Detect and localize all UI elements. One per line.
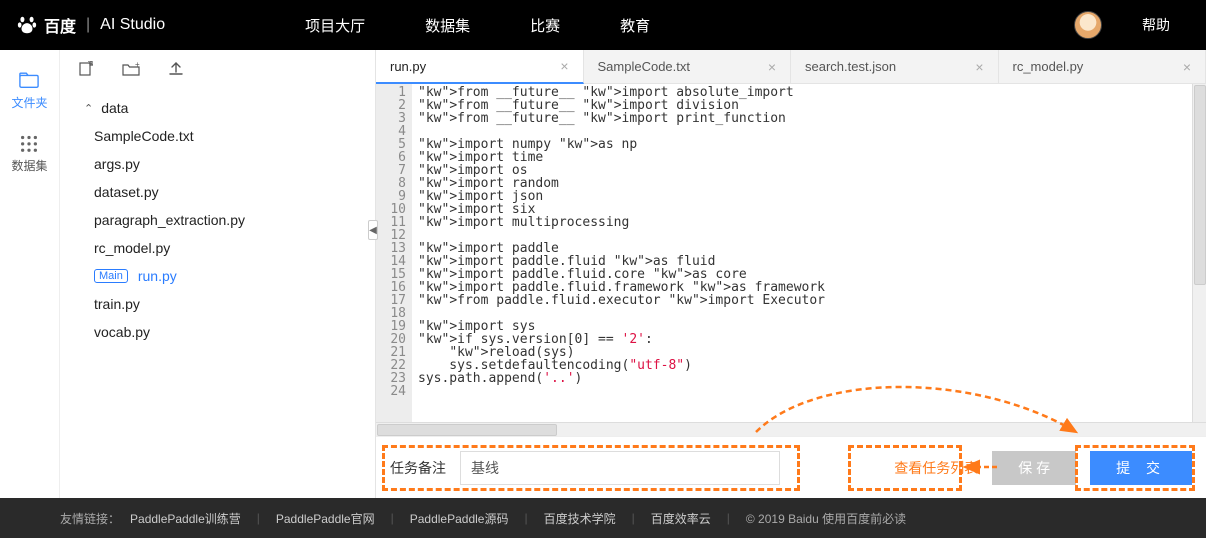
nav-datasets[interactable]: 数据集 — [425, 15, 470, 36]
logo[interactable]: 百度 | AI Studio — [16, 13, 165, 37]
tree-folder-data[interactable]: ⌃ data — [76, 94, 375, 122]
footer-link[interactable]: PaddlePaddle源码 — [410, 510, 509, 527]
dataset-icon — [18, 133, 40, 153]
top-nav: 项目大厅 数据集 比赛 教育 — [305, 15, 650, 36]
close-icon[interactable]: × — [1183, 59, 1191, 75]
tree-file[interactable]: rc_model.py — [76, 234, 375, 262]
logo-studio-text: AI Studio — [100, 16, 165, 34]
save-button[interactable]: 保 存 — [992, 451, 1076, 485]
baidu-paw-icon — [16, 14, 38, 36]
file-tree: ⌃data SampleCode.txt args.py dataset.py … — [60, 90, 375, 498]
tree-file[interactable]: train.py — [76, 290, 375, 318]
new-file-icon[interactable]: + — [78, 61, 94, 80]
file-toolbar: + + — [60, 50, 375, 90]
footer-label: 友情链接： — [60, 510, 120, 527]
rail-files-label: 文件夹 — [11, 94, 47, 111]
collapse-panel-icon[interactable]: ◀ — [368, 220, 378, 240]
nav-projects[interactable]: 项目大厅 — [305, 15, 365, 36]
tab-run-py[interactable]: run.py× — [376, 50, 584, 84]
help-link[interactable]: 帮助 — [1142, 15, 1170, 35]
line-gutter: 123456789101112131415161718192021222324 — [376, 84, 412, 422]
tree-file[interactable]: SampleCode.txt — [76, 122, 375, 150]
footer-link[interactable]: PaddlePaddle训练营 — [130, 510, 241, 527]
logo-baidu-text: 百度 — [44, 13, 76, 37]
avatar[interactable] — [1074, 11, 1102, 39]
footer-link[interactable]: 百度技术学院 — [544, 510, 616, 527]
footer-link[interactable]: PaddlePaddle官网 — [276, 510, 375, 527]
horizontal-scrollbar[interactable] — [376, 422, 1206, 436]
task-remark-input[interactable] — [460, 451, 780, 485]
rail-files[interactable]: 文件夹 — [11, 70, 47, 111]
rail-datasets[interactable]: 数据集 — [11, 133, 47, 174]
svg-text:+: + — [135, 62, 140, 69]
new-folder-icon[interactable]: + — [122, 62, 140, 79]
close-icon[interactable]: × — [560, 58, 568, 74]
nav-competitions[interactable]: 比赛 — [530, 15, 560, 36]
logo-separator: | — [86, 16, 90, 34]
folder-icon — [18, 70, 40, 90]
nav-education[interactable]: 教育 — [620, 15, 650, 36]
left-rail: 文件夹 数据集 — [0, 50, 60, 498]
folder-label: data — [101, 100, 128, 116]
tree-file[interactable]: args.py — [76, 150, 375, 178]
editor-area: ◀ run.py× SampleCode.txt× search.test.js… — [375, 50, 1206, 498]
scrollbar-thumb[interactable] — [377, 424, 557, 436]
tree-file[interactable]: dataset.py — [76, 178, 375, 206]
main-body: 文件夹 数据集 + + ⌃ data SampleCode.txt args.py… — [0, 50, 1206, 498]
close-icon[interactable]: × — [975, 59, 983, 75]
tab-rcmodel[interactable]: rc_model.py× — [999, 50, 1206, 83]
tab-samplecode[interactable]: SampleCode.txt× — [584, 50, 792, 83]
footer-copyright: © 2019 Baidu 使用百度前必读 — [746, 510, 906, 527]
scrollbar-thumb[interactable] — [1194, 85, 1206, 285]
tab-search-json[interactable]: search.test.json× — [791, 50, 999, 83]
task-remark-label: 任务备注 — [390, 458, 446, 478]
tree-file[interactable]: paragraph_extraction.py — [76, 206, 375, 234]
upload-icon[interactable] — [168, 61, 184, 80]
vertical-scrollbar[interactable] — [1192, 84, 1206, 422]
tree-file-active[interactable]: Mainrun.py — [76, 262, 375, 290]
main-badge: Main — [94, 269, 128, 283]
editor-tabs: run.py× SampleCode.txt× search.test.json… — [376, 50, 1206, 84]
footer-link[interactable]: 百度效率云 — [651, 510, 711, 527]
code-content[interactable]: "kw">from __future__ "kw">import absolut… — [412, 84, 1206, 422]
code-editor[interactable]: 123456789101112131415161718192021222324 … — [376, 84, 1206, 422]
file-panel: + + ⌃ data SampleCode.txt args.py dataset… — [60, 50, 375, 498]
close-icon[interactable]: × — [768, 59, 776, 75]
rail-datasets-label: 数据集 — [11, 157, 47, 174]
footer: 友情链接： PaddlePaddle训练营| PaddlePaddle官网| P… — [0, 498, 1206, 538]
submit-button[interactable]: 提 交 — [1090, 451, 1192, 485]
task-bar: 任务备注 查看任务列表 保 存 提 交 — [376, 436, 1206, 498]
view-task-list-link[interactable]: 查看任务列表 — [894, 458, 978, 478]
tree-file[interactable]: vocab.py — [76, 318, 375, 346]
chevron-icon: ⌃ — [84, 102, 93, 115]
svg-text:+: + — [88, 61, 93, 68]
topbar: 百度 | AI Studio 项目大厅 数据集 比赛 教育 帮助 — [0, 0, 1206, 50]
